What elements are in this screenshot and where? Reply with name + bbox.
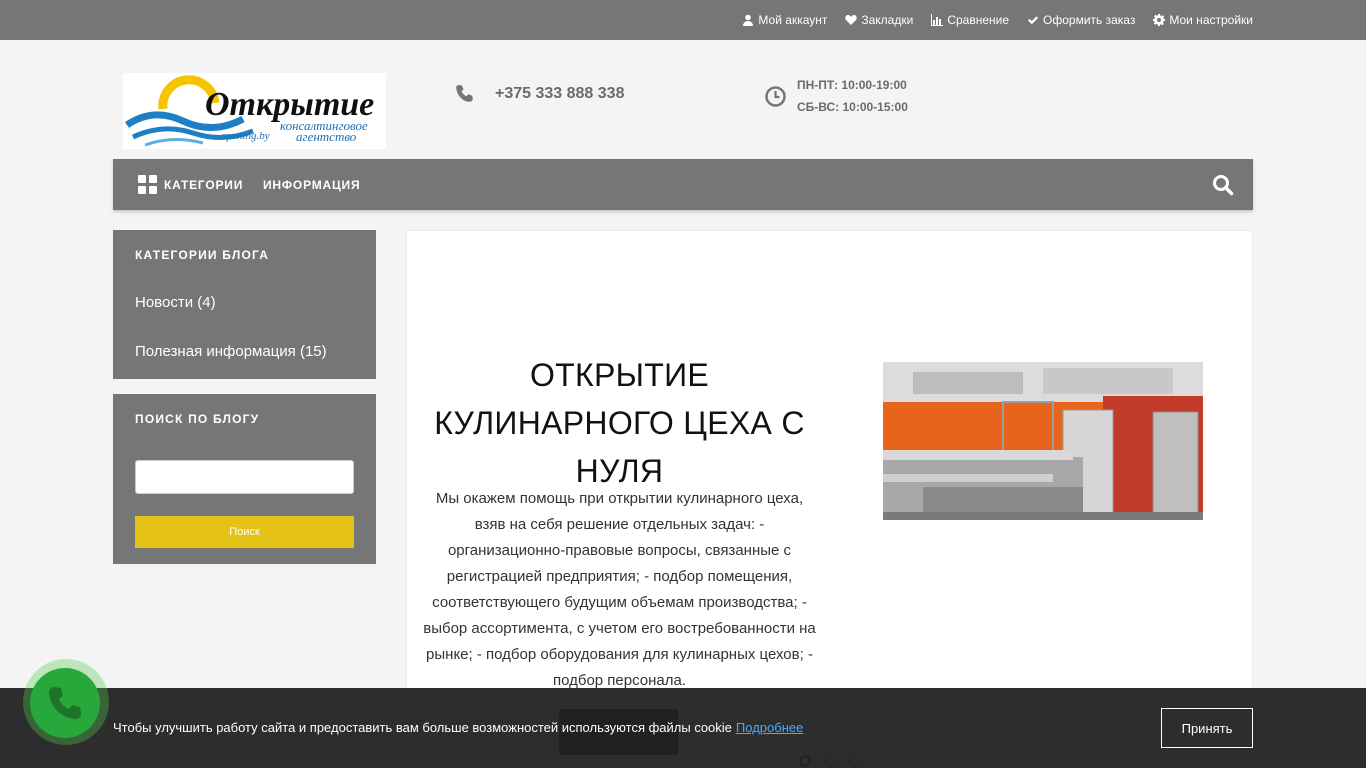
bookmarks-label: Закладки bbox=[861, 13, 914, 27]
phone-icon bbox=[456, 85, 473, 102]
blog-search-button[interactable]: Поиск bbox=[135, 516, 354, 548]
cookie-banner: Чтобы улучшить работу сайта и предостави… bbox=[0, 688, 1366, 768]
hours-block: ПН-ПТ: 10:00-19:00 СБ-ВС: 10:00-15:00 bbox=[765, 74, 908, 118]
clock-icon bbox=[765, 85, 786, 107]
category-useful-info[interactable]: Полезная информация (15) bbox=[135, 343, 327, 360]
nav-categories[interactable]: КАТЕГОРИИ bbox=[138, 159, 243, 210]
svg-text:opening.by: opening.by bbox=[221, 130, 270, 142]
gear-icon bbox=[1153, 14, 1166, 26]
blog-categories-title: КАТЕГОРИИ БЛОГА bbox=[135, 248, 270, 262]
nav-information[interactable]: ИНФОРМАЦИЯ bbox=[263, 159, 360, 210]
nav-categories-label: КАТЕГОРИИ bbox=[164, 177, 244, 192]
cookie-message: Чтобы улучшить работу сайта и предостави… bbox=[113, 720, 803, 735]
slide-description: Мы окажем помощь при открытии кулинарног… bbox=[423, 490, 816, 689]
top-links: Мой аккаунт Закладки Сравнение Оформить … bbox=[742, 0, 1253, 40]
heart-icon bbox=[845, 15, 858, 25]
search-icon[interactable] bbox=[1212, 174, 1234, 196]
blog-categories-box: КАТЕГОРИИ БЛОГА Новости (4) Полезная инф… bbox=[113, 230, 376, 379]
bar-chart-icon bbox=[931, 14, 944, 26]
blog-search-title: ПОИСК ПО БЛОГУ bbox=[135, 412, 260, 426]
site-logo[interactable]: Открытие консалтинговое агентство openin… bbox=[123, 73, 386, 149]
settings-link[interactable]: Мои настройки bbox=[1153, 13, 1253, 27]
grid-icon bbox=[138, 175, 157, 194]
checkout-label: Оформить заказ bbox=[1043, 13, 1136, 27]
settings-label: Мои настройки bbox=[1169, 13, 1253, 27]
hours-weekend: СБ-ВС: 10:00-15:00 bbox=[797, 100, 908, 114]
working-hours: ПН-ПТ: 10:00-19:00 СБ-ВС: 10:00-15:00 bbox=[797, 74, 908, 118]
hours-weekdays: ПН-ПТ: 10:00-19:00 bbox=[797, 78, 907, 92]
compare-link[interactable]: Сравнение bbox=[931, 13, 1009, 27]
check-icon bbox=[1028, 16, 1039, 25]
slide-title: ОТКРЫТИЕ КУЛИНАРНОГО ЦЕХА С НУЛЯ bbox=[434, 357, 805, 489]
phone-handset-icon bbox=[49, 687, 81, 719]
blog-search-input[interactable] bbox=[135, 460, 354, 494]
phone-block: +375 333 888 338 bbox=[455, 84, 624, 104]
bookmarks-link[interactable]: Закладки bbox=[845, 13, 913, 27]
blog-search-box: ПОИСК ПО БЛОГУ Поиск bbox=[113, 394, 376, 564]
phone-number[interactable]: +375 333 888 338 bbox=[495, 85, 624, 103]
my-account-label: Мой аккаунт bbox=[758, 13, 828, 27]
user-icon bbox=[743, 14, 754, 26]
main-nav: КАТЕГОРИИ ИНФОРМАЦИЯ bbox=[113, 159, 1253, 210]
category-news[interactable]: Новости (4) bbox=[135, 294, 216, 311]
logo-image: Открытие консалтинговое агентство openin… bbox=[123, 73, 386, 149]
top-bar: Мой аккаунт Закладки Сравнение Оформить … bbox=[0, 0, 1366, 40]
cookie-more-link[interactable]: Подробнее bbox=[736, 720, 803, 735]
my-account-link[interactable]: Мой аккаунт bbox=[742, 13, 827, 27]
callback-button[interactable] bbox=[30, 668, 100, 738]
cookie-accept-button[interactable]: Принять bbox=[1161, 708, 1253, 748]
cookie-text: Чтобы улучшить работу сайта и предостави… bbox=[113, 720, 732, 735]
compare-label: Сравнение bbox=[947, 13, 1010, 27]
callback-widget[interactable] bbox=[23, 659, 109, 745]
nav-information-label: ИНФОРМАЦИЯ bbox=[263, 177, 361, 192]
kitchen-image bbox=[883, 362, 1203, 520]
checkout-link[interactable]: Оформить заказ bbox=[1027, 13, 1135, 27]
svg-text:агентство: агентство bbox=[296, 129, 357, 144]
